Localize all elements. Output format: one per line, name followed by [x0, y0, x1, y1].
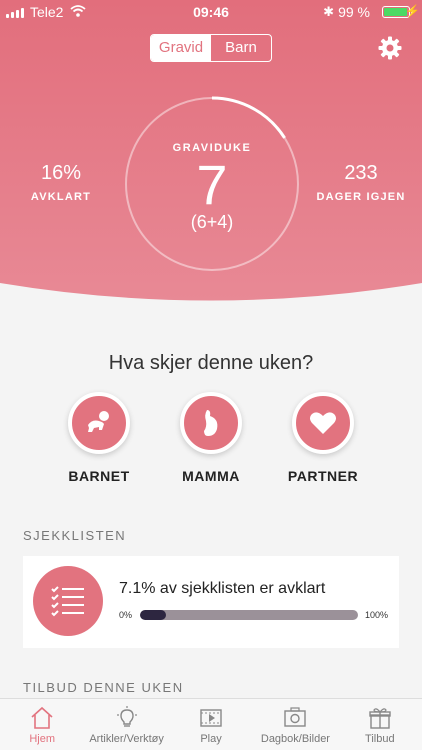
weekly-question: Hva skjer denne uken? — [108, 352, 314, 374]
category-partner-button[interactable] — [292, 392, 354, 454]
tab-tilbud-label: Tilbud — [365, 733, 395, 745]
category-partner[interactable]: PARTNER — [278, 392, 368, 484]
category-partner-label: PARTNER — [287, 468, 359, 484]
pregnant-belly-icon — [204, 410, 218, 436]
baby-crawling-icon — [88, 411, 109, 432]
lightbulb-icon — [116, 706, 137, 727]
days-left-value: 233 — [344, 162, 378, 184]
completed-stat: 16% AVKLART — [11, 162, 111, 203]
tab-dagbok-label: Dagbok/Bilder — [260, 733, 330, 745]
checklist-progress-bar — [140, 610, 358, 620]
mode-segmented-control[interactable]: Gravid Barn — [150, 34, 272, 62]
tab-hjem-label: Hjem — [29, 733, 56, 745]
tab-hjem[interactable]: Hjem — [0, 699, 84, 750]
days-left-label: DAGER IGJEN — [316, 191, 406, 203]
tab-artikler-verktoy[interactable]: Artikler/Verktøy — [84, 699, 168, 750]
tab-play-label: Play — [200, 733, 222, 745]
status-bar: Tele2 09:46 ✱ 99 % ⚡ — [0, 0, 422, 24]
gift-icon — [369, 708, 391, 729]
checklist-progress-fill — [140, 610, 167, 620]
completed-value: 16% — [40, 162, 82, 184]
offers-section-title: TILBUD DENNE UKEN — [23, 680, 184, 695]
progress-min-label: 0% — [119, 610, 133, 620]
segment-gravid[interactable]: Gravid — [151, 35, 211, 61]
checklist-progress-text: 7.1% av sjekklisten er avklart — [119, 580, 326, 597]
category-mamma-button[interactable] — [180, 392, 242, 454]
checklist-icon — [51, 586, 84, 617]
category-mamma-label: MAMMA — [182, 468, 240, 484]
tab-play[interactable]: Play — [169, 699, 253, 750]
charging-icon: ⚡ — [405, 4, 420, 18]
heart-icon — [310, 412, 336, 434]
days-left-stat: 233 DAGER IGJEN — [311, 162, 411, 203]
progress-max-label: 100% — [365, 610, 389, 620]
checklist-card[interactable]: 7.1% av sjekklisten er avklart 0% 100% — [23, 556, 399, 648]
settings-gear-icon[interactable] — [378, 36, 402, 60]
category-barnet[interactable]: BARNET — [54, 392, 144, 484]
tab-artikler-label: Artikler/Verktøy — [89, 733, 164, 745]
bottom-tab-bar: Hjem Artikler/Verktøy Play Dagbok/Bilder… — [0, 698, 422, 750]
checklist-icon-badge — [33, 566, 103, 636]
camera-icon — [284, 707, 307, 727]
tab-tilbud[interactable]: Tilbud — [338, 699, 422, 750]
video-play-icon — [200, 709, 222, 727]
segment-barn[interactable]: Barn — [211, 35, 271, 61]
category-mamma[interactable]: MAMMA — [166, 392, 256, 484]
checklist-section-title: SJEKKLISTEN — [23, 528, 127, 543]
completed-label: AVKLART — [30, 191, 92, 203]
category-barnet-button[interactable] — [68, 392, 130, 454]
week-number: 7 — [196, 153, 228, 216]
header-panel: Tele2 09:46 ✱ 99 % ⚡ Gravid Barn GRAVIDU… — [0, 0, 422, 305]
home-icon — [31, 706, 53, 729]
battery-percentage: 99 % — [338, 4, 370, 20]
week-display: GRAVIDUKE 7 (6+4) — [122, 94, 302, 274]
bluetooth-icon: ✱ — [323, 4, 334, 19]
tab-dagbok-bilder[interactable]: Dagbok/Bilder — [253, 699, 337, 750]
category-barnet-label: BARNET — [68, 468, 130, 484]
week-day-detail: (6+4) — [190, 212, 234, 232]
